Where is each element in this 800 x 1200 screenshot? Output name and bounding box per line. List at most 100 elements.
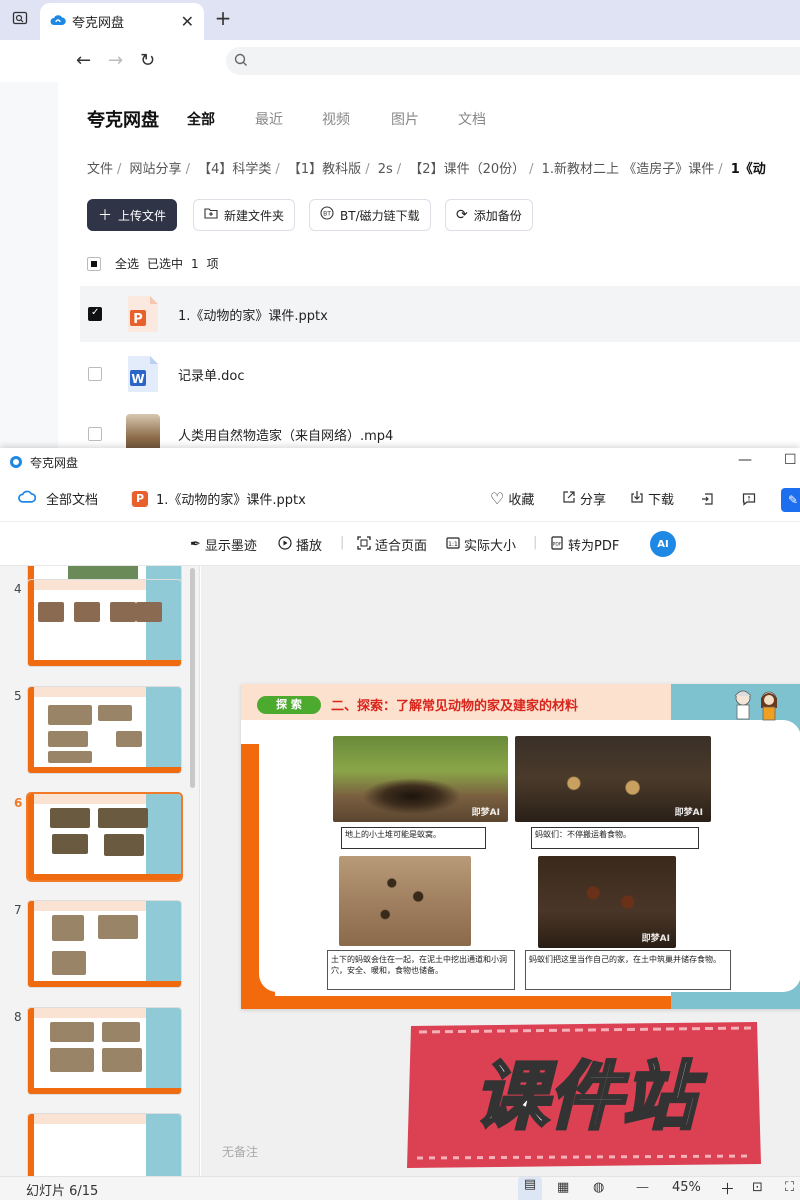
- reload-button[interactable]: ↻: [140, 50, 155, 71]
- pen-icon: ✎: [788, 493, 799, 507]
- maximize-icon[interactable]: ☐: [784, 452, 797, 468]
- plus-icon: ＋: [98, 208, 112, 224]
- slide-canvas: 探 索 二、探索：了解常见动物的家及建家的材料 即梦AI 即梦AI 地上的小土堆…: [241, 684, 800, 1009]
- exit-icon[interactable]: [700, 492, 714, 506]
- viewer-header: 全部文档 | P 1.《动物的家》课件.pptx ♡收藏 分享 下载 ✎: [0, 476, 800, 522]
- select-all-checkbox[interactable]: [87, 256, 101, 271]
- play-button[interactable]: 播放: [278, 535, 322, 554]
- edit-button[interactable]: ✎: [781, 488, 800, 512]
- play-icon: [278, 535, 292, 554]
- file-checkbox[interactable]: [88, 307, 102, 321]
- word-file-icon: W: [126, 354, 160, 394]
- viewer-toolbar: ✒ 显示墨迹 播放 | 适合页面 1:1 实际大小 | PDF 转为PDF AI: [0, 522, 800, 566]
- file-name[interactable]: 人类用自然物造家（来自网络）.mp4: [178, 425, 393, 444]
- breadcrumb-item[interactable]: 1.新教材二上 《造房子》课件: [542, 162, 715, 177]
- slide-thumbnail[interactable]: [28, 687, 181, 773]
- browser-tab-bar: 夸克网盘 ✕ +: [0, 0, 800, 40]
- show-ink-button[interactable]: ✒ 显示墨迹: [190, 535, 257, 554]
- add-backup-button[interactable]: ⟳ 添加备份: [445, 199, 533, 231]
- breadcrumb-item[interactable]: 【1】教科版: [288, 162, 361, 177]
- actual-size-button[interactable]: 1:1 实际大小: [446, 535, 516, 554]
- cartoon-characters: [729, 688, 785, 722]
- file-name[interactable]: 1.《动物的家》课件.pptx: [178, 305, 328, 324]
- share-button[interactable]: 分享: [562, 489, 606, 508]
- favorite-button[interactable]: ♡ 收藏: [490, 489, 534, 508]
- file-checkbox[interactable]: [88, 367, 102, 381]
- ai-icon: AI: [657, 538, 669, 550]
- slide-thumbnail[interactable]: [28, 1114, 181, 1176]
- notes-view-icon[interactable]: ▤: [518, 1177, 542, 1200]
- thumbnail-scrollbar[interactable]: [190, 568, 195, 788]
- zoom-level: 45%: [672, 1180, 701, 1195]
- all-docs-button[interactable]: 全部文档: [18, 489, 98, 508]
- minimize-icon[interactable]: —: [738, 452, 752, 468]
- ai-watermark: 即梦AI: [674, 808, 703, 818]
- pptx-icon: P: [132, 490, 148, 507]
- cloud-icon: [18, 489, 37, 508]
- slide-thumbnail[interactable]: [28, 1008, 181, 1094]
- pptx-file-icon: P: [126, 294, 160, 334]
- fit-page-button[interactable]: 适合页面: [357, 535, 427, 554]
- ai-watermark: 即梦AI: [641, 934, 670, 944]
- upload-file-button[interactable]: ＋上传文件: [87, 199, 178, 231]
- ant-colony-photo: 即梦AI: [538, 856, 676, 948]
- forward-button[interactable]: →: [108, 50, 123, 71]
- nav-video[interactable]: 视频: [322, 109, 350, 129]
- feedback-icon[interactable]: [742, 492, 756, 506]
- breadcrumb-item[interactable]: 【2】课件（20份）: [409, 162, 525, 177]
- quark-brand-logo[interactable]: 夸克网盘: [87, 106, 159, 132]
- slide-thumbnail[interactable]: [28, 901, 181, 987]
- tab-close-icon[interactable]: ✕: [181, 12, 194, 31]
- breadcrumb-item[interactable]: 2s: [378, 162, 393, 177]
- breadcrumb-item[interactable]: 【4】科学类: [198, 162, 271, 177]
- slide-thumbnail-panel: 4 5 6 7 8: [0, 566, 200, 1176]
- selected-count: 1: [191, 256, 199, 271]
- slide-thumbnail[interactable]: [28, 794, 181, 880]
- back-button[interactable]: ←: [76, 50, 91, 71]
- new-folder-button[interactable]: 新建文件夹: [193, 199, 296, 231]
- fullscreen-icon[interactable]: ⛶: [785, 1180, 794, 1195]
- new-tab-button[interactable]: +: [212, 6, 234, 30]
- convert-pdf-button[interactable]: PDF 转为PDF: [550, 535, 619, 554]
- tab-search-icon[interactable]: [6, 6, 34, 32]
- zoom-in-icon[interactable]: ＋: [720, 1178, 735, 1199]
- slide-thumbnail[interactable]: [28, 580, 181, 666]
- file-row[interactable]: W 记录单.doc: [80, 346, 800, 402]
- underground-nest-photo: [339, 856, 471, 946]
- viewer-titlebar: 夸克网盘 — ☐: [0, 448, 800, 476]
- select-all-label[interactable]: 全选: [115, 255, 139, 272]
- ants-carrying-food-photo: 即梦AI: [515, 736, 711, 822]
- file-name[interactable]: 记录单.doc: [178, 365, 245, 384]
- ai-watermark: 即梦AI: [471, 808, 500, 818]
- omnibox-input[interactable]: [226, 47, 800, 75]
- bt-magnet-download-button[interactable]: BT BT/磁力链下载: [309, 199, 431, 231]
- selected-unit: 项: [206, 257, 219, 271]
- download-button[interactable]: 下载: [630, 489, 674, 508]
- quark-cloud-icon: [50, 12, 66, 31]
- search-icon: [234, 52, 248, 71]
- nav-all[interactable]: 全部: [187, 109, 215, 129]
- file-checkbox[interactable]: [88, 427, 102, 441]
- zoom-out-icon[interactable]: —: [636, 1180, 649, 1195]
- tab-quark-drive[interactable]: 夸克网盘 ✕: [40, 3, 204, 40]
- fit-window-icon[interactable]: ⊡: [752, 1180, 763, 1195]
- slide-heading: 二、探索：了解常见动物的家及建家的材料: [331, 699, 579, 714]
- nav-recent[interactable]: 最近: [255, 109, 283, 129]
- globe-icon[interactable]: ◍: [593, 1180, 604, 1195]
- ai-assistant-button[interactable]: AI: [650, 531, 676, 557]
- fit-icon: [357, 535, 371, 554]
- breadcrumb-item[interactable]: 网站分享: [130, 162, 182, 177]
- nav-docs[interactable]: 文档: [458, 109, 486, 129]
- breadcrumb-item[interactable]: 文件: [87, 162, 113, 177]
- grid-view-icon[interactable]: ▦: [557, 1180, 569, 1195]
- nav-images[interactable]: 图片: [391, 109, 419, 129]
- no-notes-label: 无备注: [222, 1145, 259, 1159]
- thumbnail-number: 6: [14, 796, 23, 810]
- thumbnail-number: 8: [14, 1010, 22, 1024]
- leaf-pen-icon: ✒: [190, 537, 201, 552]
- toolbar-divider: |: [340, 535, 345, 550]
- thumbnail-number: 4: [14, 582, 22, 596]
- slide-indicator: 幻灯片 6/15: [26, 1184, 99, 1199]
- svg-text:PDF: PDF: [553, 541, 562, 547]
- file-row[interactable]: P 1.《动物的家》课件.pptx: [80, 286, 800, 342]
